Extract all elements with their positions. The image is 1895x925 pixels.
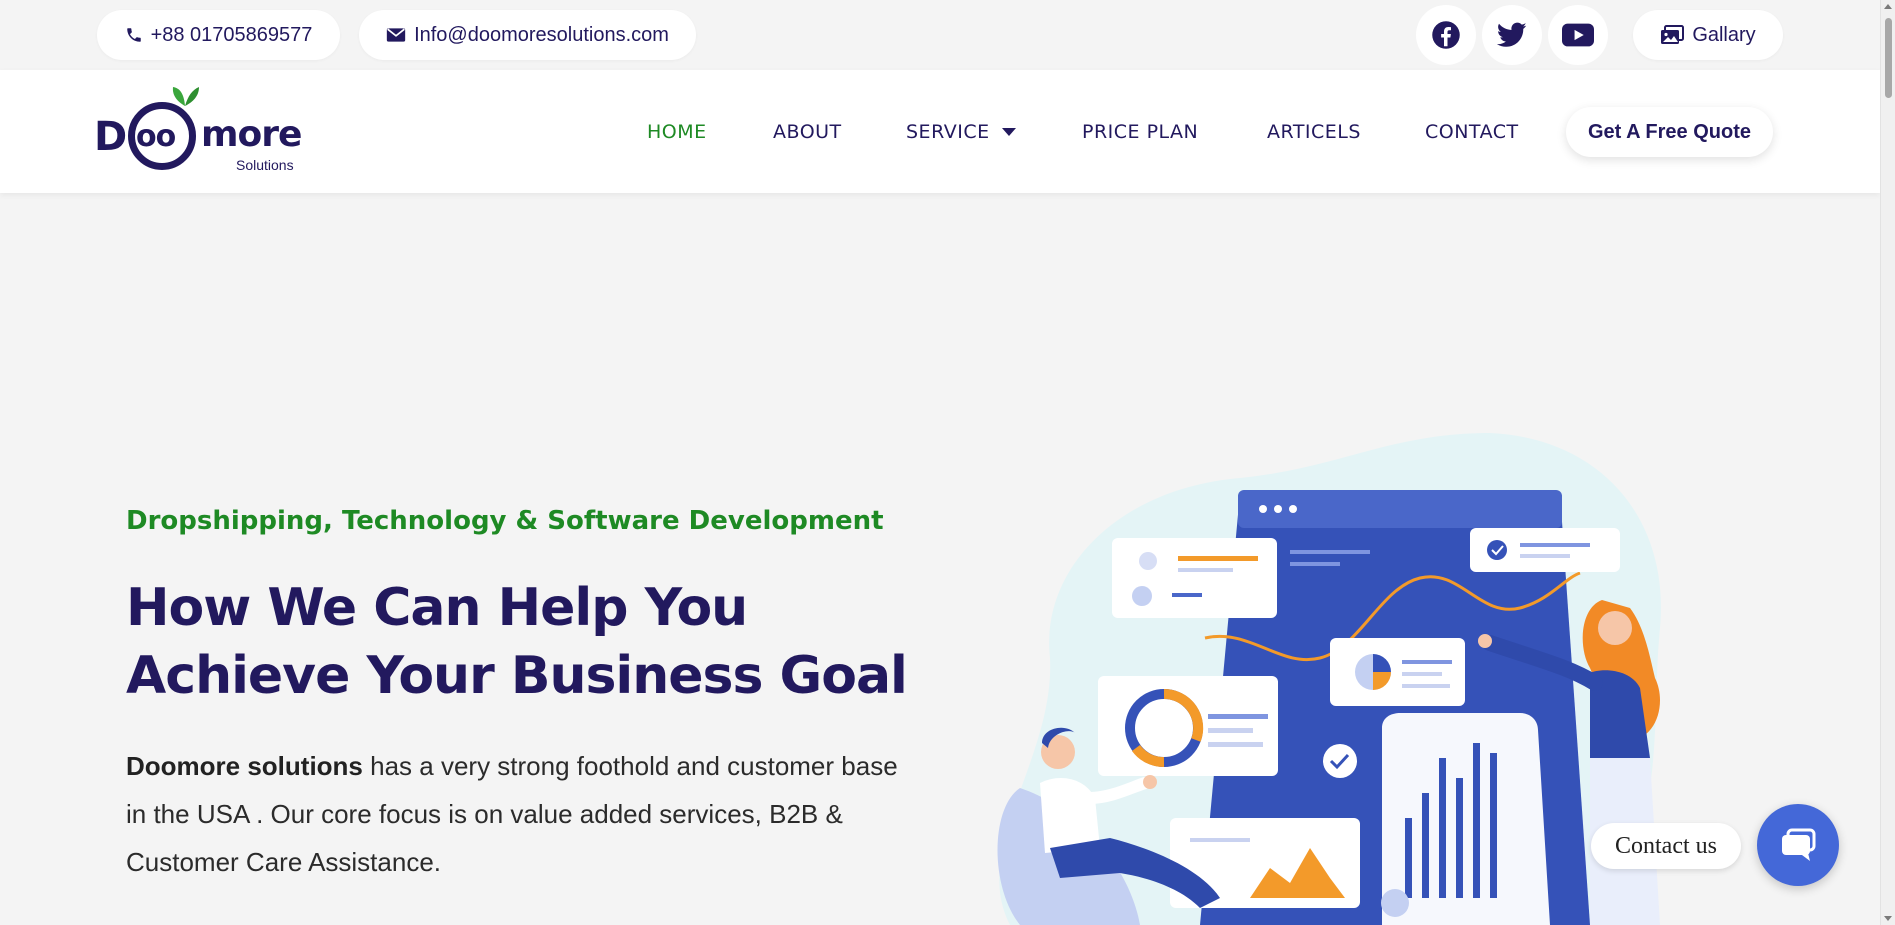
- twitter-icon: [1497, 22, 1527, 47]
- email-address: Info@doomoresolutions.com: [414, 23, 669, 46]
- hero-title-line-2: Achieve Your Business Goal: [126, 646, 908, 706]
- twitter-link[interactable]: [1482, 5, 1542, 65]
- logo-letters-oo: oo: [136, 119, 176, 154]
- hero-title: How We Can Help You Achieve Your Busines…: [126, 574, 926, 710]
- card-top-left: [1112, 538, 1277, 618]
- page-scrollbar[interactable]: [1880, 0, 1895, 925]
- main-header: D oo more Solutions HOME ABOUT SERVICE P…: [0, 70, 1880, 193]
- gallery-link[interactable]: Gallary: [1633, 10, 1783, 60]
- logo[interactable]: D oo more Solutions: [94, 84, 304, 180]
- email-link[interactable]: Info@doomoresolutions.com: [359, 10, 696, 60]
- hero-title-line-1: How We Can Help You: [126, 578, 748, 638]
- hero-description: Doomore solutions has a very strong foot…: [126, 742, 906, 886]
- leaf-icon: [172, 87, 199, 106]
- card-pie: [1330, 638, 1465, 706]
- logo-subtitle: Solutions: [236, 157, 294, 173]
- scrollbar-thumb[interactable]: [1885, 18, 1892, 98]
- check-badge: [1323, 744, 1357, 778]
- nav-about[interactable]: ABOUT: [773, 70, 842, 193]
- chat-icon: [1782, 828, 1816, 861]
- dashboard-board-top: [1238, 490, 1562, 528]
- contact-us-label[interactable]: Contact us: [1591, 823, 1741, 869]
- caret-down-icon: [1001, 127, 1016, 136]
- nav-contact[interactable]: CONTACT: [1425, 70, 1519, 193]
- nav-home[interactable]: HOME: [647, 70, 707, 193]
- logo-letter-d: D: [94, 114, 127, 160]
- scroll-down-arrow-icon[interactable]: [1884, 916, 1892, 921]
- nav-service-label: SERVICE: [906, 120, 990, 143]
- top-bar: +88 01705869577 Info@doomoresolutions.co…: [0, 0, 1880, 70]
- youtube-link[interactable]: [1548, 5, 1608, 65]
- card-donut: [1098, 676, 1278, 776]
- get-quote-button[interactable]: Get A Free Quote: [1566, 107, 1773, 157]
- envelope-icon: [386, 28, 406, 42]
- gallery-label: Gallary: [1692, 23, 1756, 46]
- hero-description-brand: Doomore solutions: [126, 751, 363, 781]
- contact-chat-button[interactable]: [1757, 804, 1839, 886]
- youtube-icon: [1562, 23, 1594, 47]
- phone-link[interactable]: +88 01705869577: [97, 10, 340, 60]
- hero-tagline: Dropshipping, Technology & Software Deve…: [126, 506, 884, 536]
- nav-price-plan[interactable]: PRICE PLAN: [1082, 70, 1198, 193]
- logo-word-more: more: [201, 114, 302, 155]
- images-icon: [1661, 25, 1685, 44]
- nav-articles[interactable]: ARTICELS: [1267, 70, 1361, 193]
- phone-number: +88 01705869577: [150, 23, 313, 46]
- scroll-up-arrow-icon[interactable]: [1884, 4, 1892, 9]
- phone-icon: [126, 28, 141, 42]
- nav-service[interactable]: SERVICE: [906, 70, 1016, 193]
- facebook-link[interactable]: [1416, 5, 1476, 65]
- facebook-icon: [1432, 21, 1460, 49]
